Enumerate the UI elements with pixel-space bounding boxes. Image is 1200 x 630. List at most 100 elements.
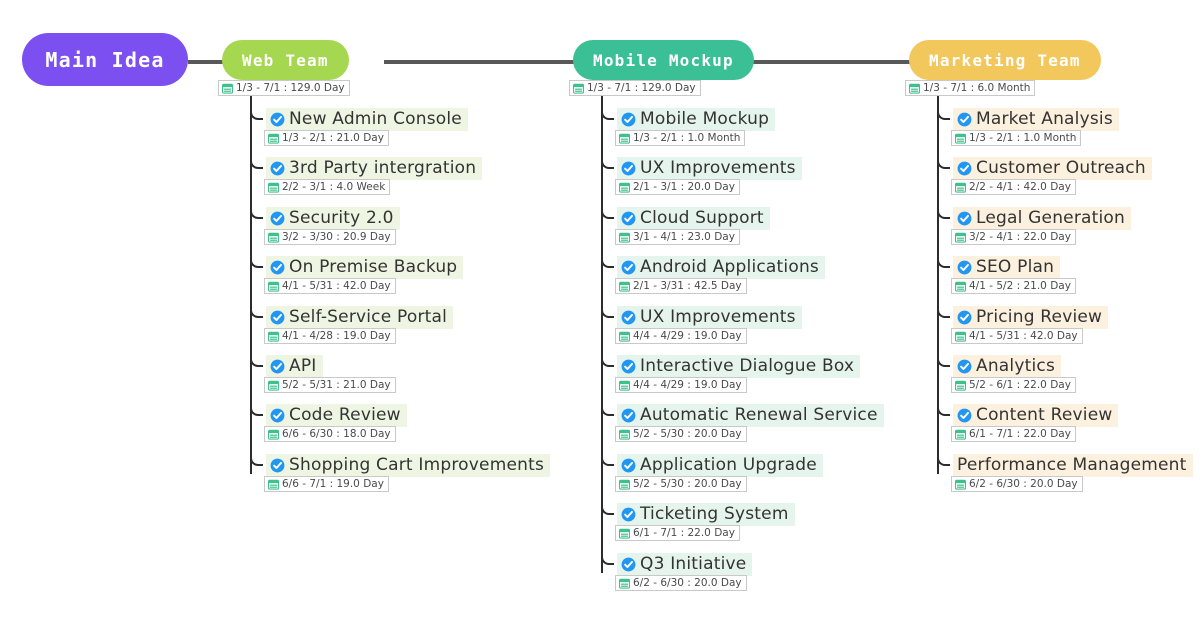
task-label: Customer Outreach bbox=[976, 158, 1146, 178]
task-item[interactable]: Interactive Dialogue Box bbox=[617, 355, 861, 378]
connector-stub bbox=[258, 365, 263, 367]
task-item[interactable]: Cloud Support bbox=[617, 207, 770, 230]
check-circle-icon bbox=[270, 359, 285, 374]
connector-stub bbox=[609, 167, 614, 169]
task-item[interactable]: Shopping Cart Improvements bbox=[266, 454, 551, 477]
check-circle-icon bbox=[957, 112, 972, 127]
task-item[interactable]: Legal Generation bbox=[953, 207, 1132, 230]
topic-duration-text: 1/3 - 7/1 : 129.0 Day bbox=[587, 82, 696, 94]
task-item[interactable]: API bbox=[266, 355, 323, 378]
topic-duration-badge-mobile: 1/3 - 7/1 : 129.0 Day bbox=[569, 80, 701, 96]
check-circle-icon bbox=[621, 458, 636, 473]
task-duration-badge: 2/2 - 4/1 : 42.0 Day bbox=[951, 179, 1076, 195]
task-duration-badge: 3/2 - 4/1 : 22.0 Day bbox=[951, 229, 1076, 245]
topic-node-web[interactable]: Web Team bbox=[222, 40, 349, 80]
connector-stub bbox=[945, 266, 950, 268]
task-item[interactable]: Content Review bbox=[953, 404, 1119, 427]
connector-stub bbox=[258, 316, 263, 318]
topic-duration-text: 1/3 - 7/1 : 6.0 Month bbox=[923, 82, 1031, 94]
check-circle-icon bbox=[621, 112, 636, 127]
task-label: Performance Management bbox=[957, 455, 1187, 475]
check-circle-icon bbox=[270, 260, 285, 275]
task-item[interactable]: 3rd Party intergration bbox=[266, 157, 483, 180]
task-duration-text: 1/3 - 2/1 : 21.0 Day bbox=[282, 132, 384, 144]
check-circle-icon bbox=[957, 310, 972, 325]
check-circle-icon bbox=[270, 211, 285, 226]
task-duration-badge: 6/6 - 6/30 : 18.0 Day bbox=[264, 426, 396, 442]
task-item[interactable]: Market Analysis bbox=[953, 108, 1119, 131]
task-duration-text: 6/1 - 7/1 : 22.0 Day bbox=[969, 428, 1071, 440]
topic-duration-badge-web: 1/3 - 7/1 : 129.0 Day bbox=[218, 80, 350, 96]
task-item[interactable]: On Premise Backup bbox=[266, 256, 464, 279]
connector-stub bbox=[258, 217, 263, 219]
task-label: Cloud Support bbox=[640, 208, 764, 228]
task-label: Mobile Mockup bbox=[640, 109, 770, 129]
task-duration-text: 3/1 - 4/1 : 23.0 Day bbox=[633, 231, 735, 243]
task-label: Legal Generation bbox=[976, 208, 1126, 228]
task-duration-text: 4/1 - 4/28 : 19.0 Day bbox=[282, 330, 391, 342]
task-label: Market Analysis bbox=[976, 109, 1113, 129]
task-duration-badge: 5/2 - 5/30 : 20.0 Day bbox=[615, 426, 747, 442]
task-item[interactable]: Security 2.0 bbox=[266, 207, 400, 230]
connector-stub bbox=[609, 316, 614, 318]
check-circle-icon bbox=[270, 458, 285, 473]
task-label: Application Upgrade bbox=[640, 455, 817, 475]
check-circle-icon bbox=[957, 359, 972, 374]
connector-stub bbox=[945, 118, 950, 120]
task-label: API bbox=[289, 356, 317, 376]
check-circle-icon bbox=[621, 310, 636, 325]
connector-stub bbox=[258, 414, 263, 416]
task-label: Shopping Cart Improvements bbox=[289, 455, 545, 475]
spine-segment-3 bbox=[752, 60, 910, 64]
topic-duration-text: 1/3 - 7/1 : 129.0 Day bbox=[236, 82, 345, 94]
task-item[interactable]: SEO Plan bbox=[953, 256, 1061, 279]
task-item[interactable]: Q3 Initiative bbox=[617, 553, 753, 576]
task-label: Pricing Review bbox=[976, 307, 1103, 327]
root-node-main-idea[interactable]: Main Idea bbox=[22, 33, 188, 86]
check-circle-icon bbox=[621, 557, 636, 572]
task-item[interactable]: Code Review bbox=[266, 404, 407, 427]
task-item[interactable]: Self-Service Portal bbox=[266, 306, 454, 329]
connector-stub bbox=[609, 563, 614, 565]
task-duration-badge: 2/1 - 3/1 : 20.0 Day bbox=[615, 179, 740, 195]
task-item[interactable]: UX Improvements bbox=[617, 306, 802, 329]
task-item[interactable]: Performance Management bbox=[953, 454, 1193, 477]
task-label: Ticketing System bbox=[640, 504, 789, 524]
task-label: Security 2.0 bbox=[289, 208, 394, 228]
branch-trunk-web bbox=[250, 95, 252, 474]
connector-stub bbox=[609, 513, 614, 515]
topic-duration-badge-market: 1/3 - 7/1 : 6.0 Month bbox=[905, 80, 1036, 96]
check-circle-icon bbox=[270, 161, 285, 176]
task-label: Interactive Dialogue Box bbox=[640, 356, 855, 376]
connector-stub bbox=[945, 316, 950, 318]
task-duration-badge: 5/2 - 5/30 : 20.0 Day bbox=[615, 476, 747, 492]
task-item[interactable]: Pricing Review bbox=[953, 306, 1109, 329]
task-duration-text: 2/2 - 3/1 : 4.0 Week bbox=[282, 181, 386, 193]
task-item[interactable]: Application Upgrade bbox=[617, 454, 823, 477]
task-duration-badge: 1/3 - 2/1 : 21.0 Day bbox=[264, 130, 389, 146]
task-item[interactable]: Ticketing System bbox=[617, 503, 795, 526]
task-duration-text: 6/2 - 6/30 : 20.0 Day bbox=[633, 577, 742, 589]
topic-node-market[interactable]: Marketing Team bbox=[909, 40, 1101, 80]
task-duration-badge: 3/2 - 3/30 : 20.9 Day bbox=[264, 229, 396, 245]
task-duration-text: 1/3 - 2/1 : 1.0 Month bbox=[969, 132, 1077, 144]
task-duration-badge: 4/1 - 5/31 : 42.0 Day bbox=[264, 278, 396, 294]
task-item[interactable]: Android Applications bbox=[617, 256, 825, 279]
task-item[interactable]: Analytics bbox=[953, 355, 1061, 378]
task-duration-text: 6/6 - 6/30 : 18.0 Day bbox=[282, 428, 391, 440]
check-circle-icon bbox=[270, 310, 285, 325]
task-duration-text: 6/6 - 7/1 : 19.0 Day bbox=[282, 478, 384, 490]
task-duration-badge: 2/1 - 3/31 : 42.5 Day bbox=[615, 278, 747, 294]
task-duration-badge: 4/4 - 4/29 : 19.0 Day bbox=[615, 328, 747, 344]
task-item[interactable]: Automatic Renewal Service bbox=[617, 404, 884, 427]
task-item[interactable]: Customer Outreach bbox=[953, 157, 1152, 180]
connector-stub bbox=[258, 266, 263, 268]
task-item[interactable]: New Admin Console bbox=[266, 108, 468, 131]
task-item[interactable]: Mobile Mockup bbox=[617, 108, 776, 131]
task-label: Content Review bbox=[976, 405, 1113, 425]
topic-node-mobile[interactable]: Mobile Mockup bbox=[573, 40, 754, 80]
task-item[interactable]: UX Improvements bbox=[617, 157, 802, 180]
task-duration-text: 5/2 - 5/30 : 20.0 Day bbox=[633, 428, 742, 440]
task-label: On Premise Backup bbox=[289, 257, 458, 277]
task-duration-text: 4/4 - 4/29 : 19.0 Day bbox=[633, 330, 742, 342]
